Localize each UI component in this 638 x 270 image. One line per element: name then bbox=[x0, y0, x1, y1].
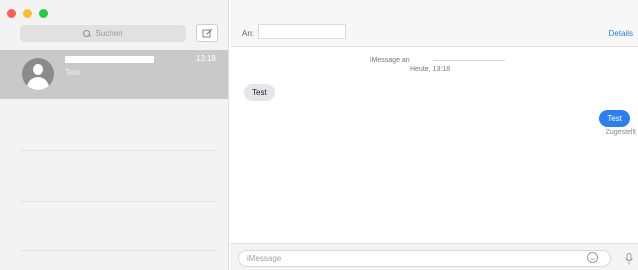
messages-window: Suchen 13:18 Test An: Details iMessage a… bbox=[0, 0, 638, 270]
thread-timestamp: Heute, 13:18 bbox=[410, 66, 451, 73]
list-divider bbox=[20, 150, 218, 151]
recipient-redacted bbox=[433, 60, 505, 61]
composer-bar: iMessage bbox=[230, 243, 638, 270]
message-input-placeholder: iMessage bbox=[247, 254, 282, 263]
recipient-field[interactable] bbox=[258, 24, 346, 39]
conversation-pane: An: Details iMessage an Heute, 13:18 Tes… bbox=[230, 0, 638, 270]
search-icon bbox=[83, 29, 91, 38]
compose-button[interactable] bbox=[196, 24, 218, 42]
list-divider bbox=[20, 201, 218, 202]
delivery-status: Zugestellt bbox=[605, 129, 636, 136]
compose-icon bbox=[202, 28, 212, 37]
avatar-person-icon bbox=[33, 64, 43, 75]
recipient-label: An: bbox=[242, 29, 255, 38]
close-window-button[interactable] bbox=[7, 9, 16, 18]
details-button[interactable]: Details bbox=[609, 29, 633, 38]
incoming-message-bubble: Test bbox=[244, 84, 275, 101]
conversation-time: 13:18 bbox=[195, 54, 216, 63]
conversation-preview: Test bbox=[65, 68, 80, 77]
search-input[interactable]: Suchen bbox=[20, 25, 186, 42]
avatar bbox=[22, 58, 54, 90]
zoom-window-button[interactable] bbox=[39, 9, 48, 18]
microphone-icon[interactable] bbox=[624, 253, 634, 265]
message-input[interactable]: iMessage bbox=[238, 250, 611, 267]
conversation-list-item[interactable]: 13:18 Test bbox=[0, 50, 228, 99]
search-placeholder: Suchen bbox=[95, 29, 123, 38]
emoji-button[interactable] bbox=[587, 252, 598, 263]
list-divider bbox=[20, 250, 218, 251]
minimize-window-button[interactable] bbox=[23, 9, 32, 18]
window-controls bbox=[7, 9, 48, 18]
outgoing-message-bubble: Test bbox=[599, 110, 630, 127]
sidebar: Suchen 13:18 Test bbox=[0, 0, 229, 270]
conversation-header: An: Details bbox=[230, 0, 638, 47]
emoji-icon bbox=[590, 258, 595, 260]
service-label: iMessage an bbox=[370, 57, 410, 64]
conversation-contact-redacted bbox=[65, 56, 154, 63]
